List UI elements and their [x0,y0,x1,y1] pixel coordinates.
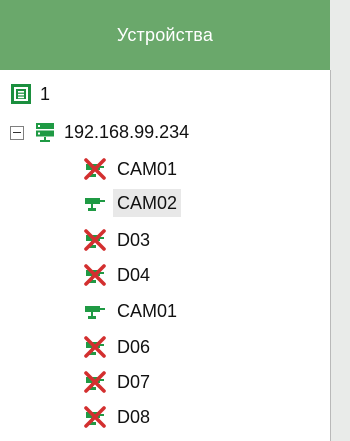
camera-node[interactable]: D04 [83,260,154,290]
camera-label: CAM02 [113,189,182,217]
camera-label: D04 [117,265,151,285]
tree-server-node[interactable]: 192.168.99.234 [10,118,189,146]
camera-node[interactable]: CAM01 [83,154,181,184]
camera-offline-icon [83,228,107,252]
camera-label: D08 [117,407,151,427]
camera-node-selected[interactable]: CAM02 [83,188,182,218]
camera-online-icon [83,191,107,215]
camera-label: D07 [117,372,151,392]
server-label: 192.168.99.234 [64,121,190,142]
camera-node[interactable]: D06 [83,332,154,362]
device-panel: Устройства 1 192.168.99.234 CAM01 CAM02 … [0,0,350,441]
panel-title: Устройства [116,24,214,45]
camera-node[interactable]: D03 [83,225,154,255]
device-tree: 1 192.168.99.234 CAM01 CAM02 D03 D04 CAM… [0,70,330,441]
camera-label: CAM01 [117,301,178,321]
collapse-toggle[interactable] [10,125,24,140]
camera-node[interactable]: D08 [83,402,154,432]
camera-label: D06 [117,337,151,357]
camera-label: CAM01 [117,159,178,179]
camera-online-icon [83,299,107,323]
camera-offline-icon [83,335,107,359]
device-group-icon [10,83,32,105]
panel-divider [330,70,331,441]
tree-root-label: 1 [40,83,51,104]
camera-label: D03 [117,230,151,250]
camera-offline-icon [83,405,107,429]
camera-offline-icon [83,370,107,394]
camera-offline-icon [83,157,107,181]
camera-node[interactable]: CAM01 [83,296,181,326]
server-icon [34,121,56,143]
right-scroll-area[interactable] [330,0,350,441]
camera-offline-icon [83,263,107,287]
tree-root-node[interactable]: 1 [10,80,50,108]
panel-header: Устройства [0,0,330,70]
camera-node[interactable]: D07 [83,367,154,397]
